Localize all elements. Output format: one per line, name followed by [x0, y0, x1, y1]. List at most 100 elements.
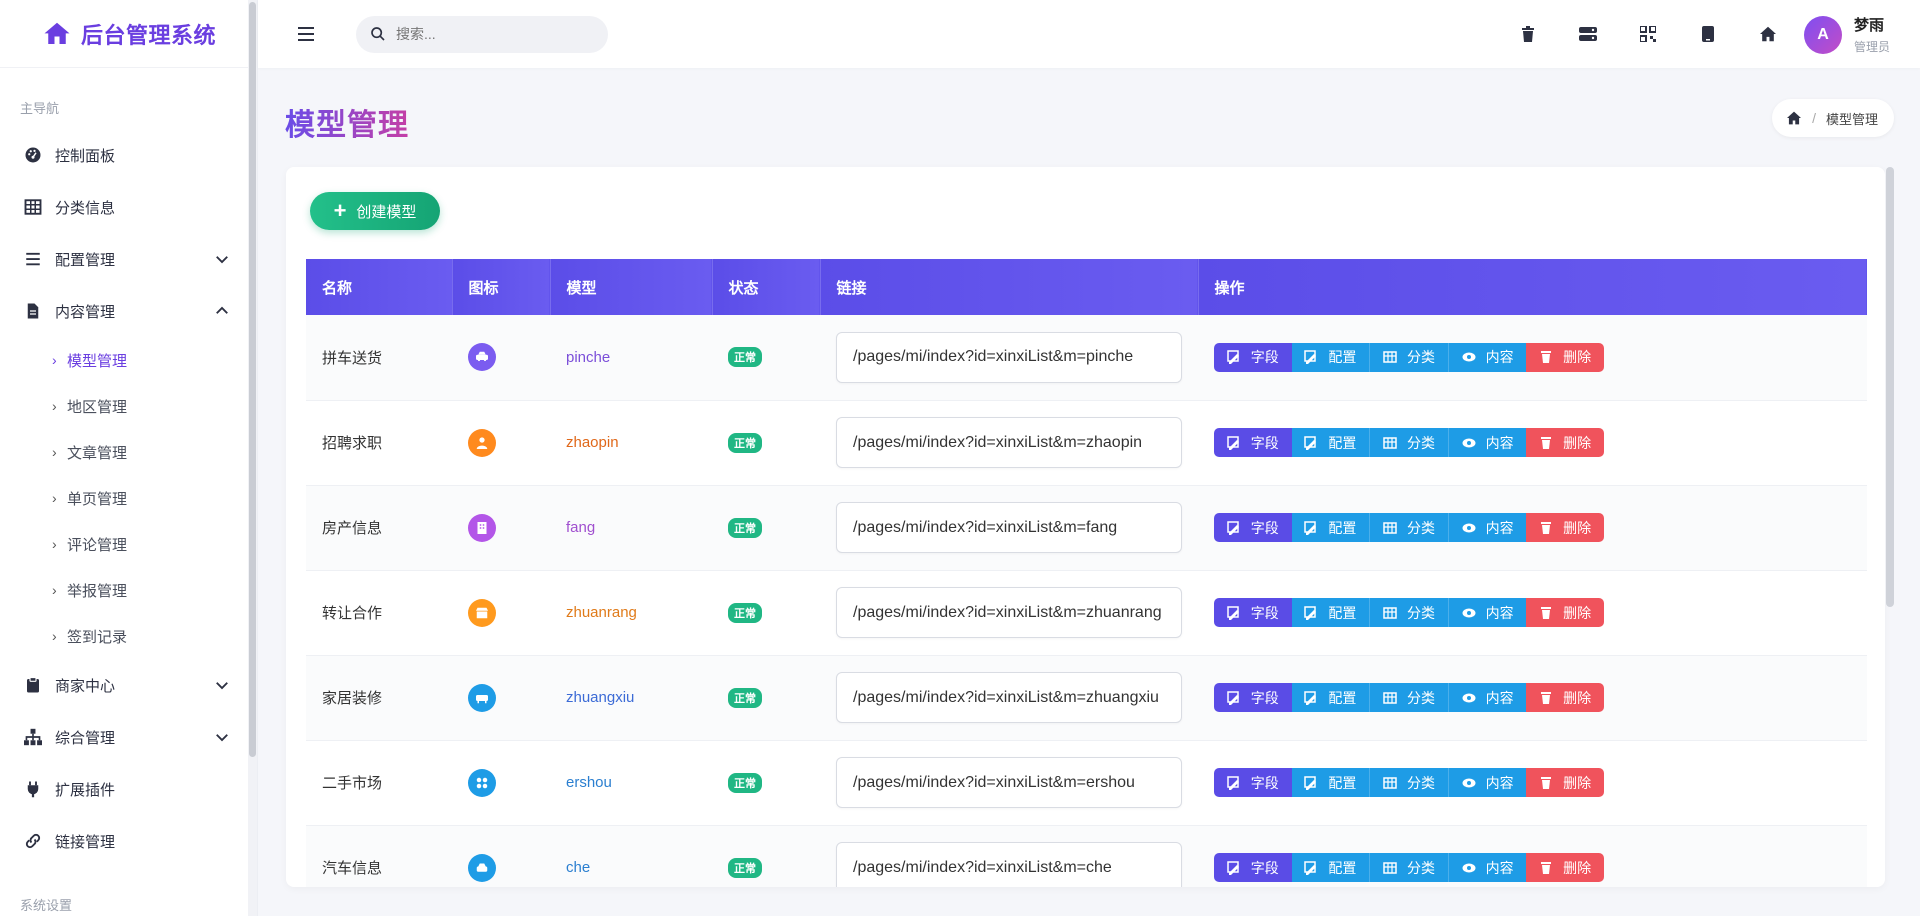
sidebar-subitem-region[interactable]: › 地区管理 — [0, 383, 257, 429]
home-icon[interactable] — [1786, 111, 1802, 125]
action-label: 字段 — [1250, 859, 1279, 876]
fields-button[interactable]: 字段 — [1214, 768, 1292, 797]
content-button[interactable]: 内容 — [1447, 342, 1527, 372]
menu-icon[interactable] — [294, 22, 318, 46]
link-field[interactable] — [836, 417, 1182, 468]
user-menu[interactable]: A 梦雨 管理员 — [1803, 14, 1890, 55]
sidebar-subitem-page[interactable]: › 单页管理 — [0, 475, 257, 521]
server-icon[interactable] — [1578, 24, 1598, 44]
category-button[interactable]: 分类 — [1369, 428, 1448, 457]
brand-title: 后台管理系统 — [81, 22, 217, 48]
cell-model: pinche — [550, 315, 712, 400]
link-field[interactable] — [836, 331, 1182, 383]
sidebar-subitem-model[interactable]: › 模型管理 — [0, 337, 257, 383]
action-label: 删除 — [1563, 434, 1592, 451]
mobile-icon[interactable] — [1698, 24, 1718, 44]
fields-button[interactable]: 字段 — [1214, 598, 1292, 627]
action-label: 字段 — [1250, 689, 1279, 706]
action-label: 分类 — [1406, 519, 1435, 536]
delete-button[interactable]: 删除 — [1526, 428, 1604, 457]
content-button[interactable]: 内容 — [1447, 768, 1527, 797]
eye-icon — [1462, 523, 1476, 532]
home-icon[interactable] — [1758, 24, 1778, 44]
sidebar-subitem-checkin[interactable]: › 签到记录 — [0, 613, 257, 659]
action-group: 字段 配置 分类 内容 删除 — [1214, 428, 1604, 457]
category-button[interactable]: 分类 — [1369, 683, 1448, 712]
chevron-right-icon: › — [52, 352, 57, 368]
sidebar-item-content[interactable]: 内容管理 — [0, 285, 257, 337]
delete-button[interactable]: 删除 — [1526, 598, 1604, 627]
category-button[interactable]: 分类 — [1369, 513, 1448, 542]
sidebar-subitem-article[interactable]: › 文章管理 — [0, 429, 257, 475]
search-box — [356, 15, 608, 53]
fields-button[interactable]: 字段 — [1214, 853, 1292, 882]
fields-button[interactable]: 字段 — [1214, 513, 1292, 542]
cell-icon — [452, 655, 550, 740]
content-button[interactable]: 内容 — [1447, 683, 1527, 712]
action-label: 内容 — [1485, 349, 1514, 366]
delete-button[interactable]: 删除 — [1526, 342, 1604, 372]
column-header-status: 状态 — [712, 259, 821, 315]
sidebar: 后台管理系统 主导航 控制面板 分类信息 配置管理 内容管理 › 模型管理 › 地区… — [0, 0, 258, 916]
trash-icon[interactable] — [1518, 24, 1538, 44]
model-icon — [468, 768, 496, 797]
content-button[interactable]: 内容 — [1447, 428, 1527, 457]
cell-actions: 字段 配置 分类 内容 删除 — [1198, 655, 1867, 740]
cell-actions: 字段 配置 分类 内容 删除 — [1198, 315, 1867, 400]
fields-button[interactable]: 字段 — [1214, 683, 1292, 712]
qrcode-icon[interactable] — [1638, 24, 1658, 44]
sidebar-subitem-label: 地区管理 — [67, 398, 128, 416]
cell-link — [820, 485, 1198, 570]
category-button[interactable]: 分类 — [1369, 598, 1448, 627]
sidebar-item-plugins[interactable]: 扩展插件 — [0, 763, 257, 815]
list-icon — [23, 249, 43, 269]
config-button[interactable]: 配置 — [1291, 683, 1370, 712]
action-label: 字段 — [1250, 434, 1279, 451]
delete-button[interactable]: 删除 — [1526, 513, 1604, 542]
content-button[interactable]: 内容 — [1447, 513, 1527, 542]
config-button[interactable]: 配置 — [1291, 768, 1370, 797]
sidebar-item-links[interactable]: 链接管理 — [0, 815, 257, 867]
sidebar-subitem-report[interactable]: › 举报管理 — [0, 567, 257, 613]
sidebar-scrollbar-thumb[interactable] — [249, 2, 256, 757]
config-button[interactable]: 配置 — [1291, 853, 1370, 882]
sidebar-scrollbar[interactable] — [248, 0, 257, 916]
cell-link — [820, 740, 1198, 825]
link-field[interactable] — [836, 672, 1182, 723]
link-field[interactable] — [836, 757, 1182, 808]
config-button[interactable]: 配置 — [1291, 428, 1370, 457]
sidebar-subitem-comment[interactable]: › 评论管理 — [0, 521, 257, 567]
sidebar-item-category[interactable]: 分类信息 — [0, 181, 257, 233]
sidebar-item-dashboard[interactable]: 控制面板 — [0, 129, 257, 181]
config-button[interactable]: 配置 — [1291, 513, 1370, 542]
category-button[interactable]: 分类 — [1369, 342, 1448, 372]
category-button[interactable]: 分类 — [1369, 768, 1448, 797]
brand[interactable]: 后台管理系统 — [0, 0, 257, 68]
fields-button[interactable]: 字段 — [1214, 342, 1292, 372]
create-model-button[interactable]: + 创建模型 — [310, 192, 440, 230]
link-field[interactable] — [836, 502, 1182, 553]
delete-button[interactable]: 删除 — [1526, 853, 1604, 882]
content-button[interactable]: 内容 — [1447, 598, 1527, 627]
link-field[interactable] — [836, 842, 1182, 887]
sidebar-item-merchant[interactable]: 商家中心 — [0, 659, 257, 711]
model-icon — [468, 343, 496, 372]
link-field[interactable] — [836, 587, 1182, 638]
action-label: 删除 — [1563, 859, 1592, 876]
sidebar-item-config[interactable]: 配置管理 — [0, 233, 257, 285]
action-group: 字段 配置 分类 内容 删除 — [1214, 853, 1604, 882]
config-button[interactable]: 配置 — [1291, 342, 1370, 372]
main-scrollbar[interactable] — [1886, 167, 1894, 607]
sidebar-item-general[interactable]: 综合管理 — [0, 711, 257, 763]
delete-button[interactable]: 删除 — [1526, 683, 1604, 712]
cell-model: zhuanrang — [550, 570, 712, 655]
category-button[interactable]: 分类 — [1369, 853, 1448, 882]
fields-button[interactable]: 字段 — [1214, 428, 1292, 457]
action-label: 配置 — [1328, 604, 1357, 621]
config-button[interactable]: 配置 — [1291, 598, 1370, 627]
search-input[interactable] — [396, 26, 586, 42]
delete-button[interactable]: 删除 — [1526, 768, 1604, 797]
content-button[interactable]: 内容 — [1447, 853, 1527, 882]
cell-model: ershou — [550, 740, 712, 825]
edit-icon — [1227, 350, 1239, 365]
